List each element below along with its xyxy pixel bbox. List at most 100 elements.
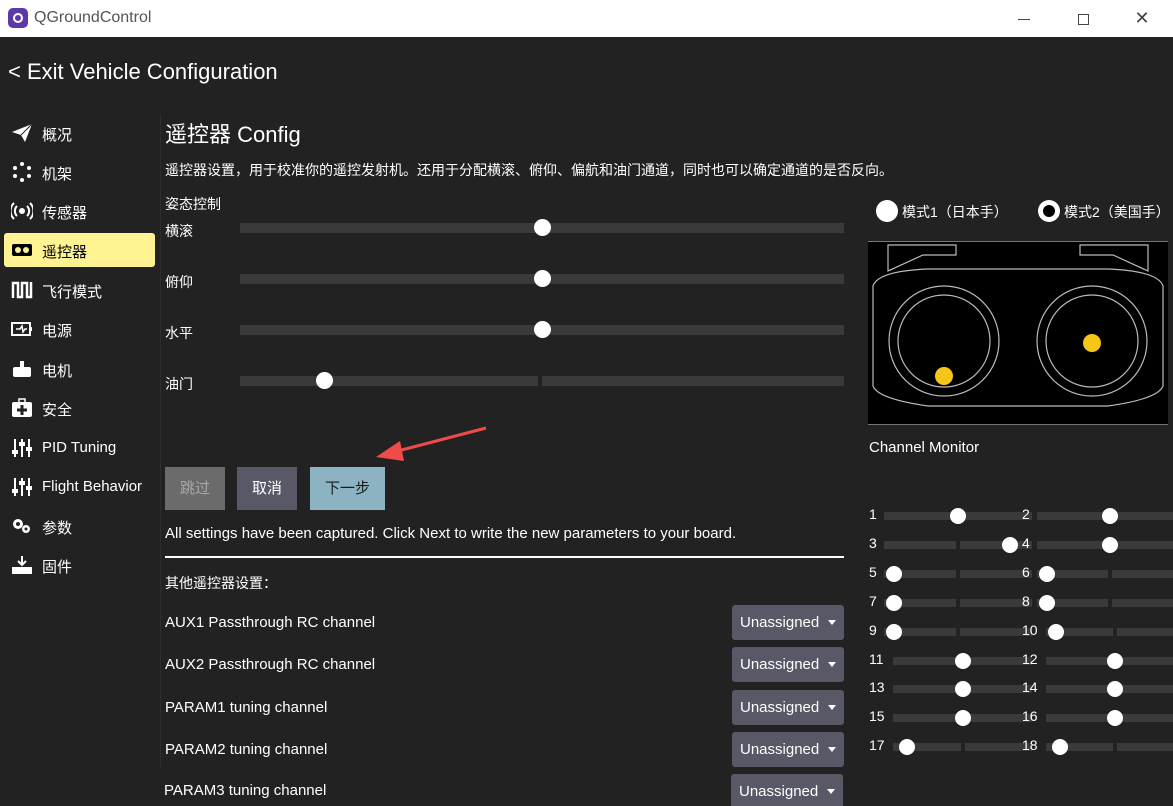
channel-value-indicator (1102, 508, 1118, 524)
channel-number: 9 (869, 622, 877, 638)
channel-bar (1037, 599, 1173, 607)
channel-value-indicator (1047, 624, 1064, 640)
next-button[interactable]: 下一步 (310, 467, 385, 510)
sidebar-item-parameters[interactable]: 参数 (4, 509, 155, 543)
sidebar-item-label: 遥控器 (42, 244, 88, 261)
yaw-slider-knob[interactable] (533, 321, 551, 338)
option-label: AUX2 Passthrough RC channel (165, 656, 376, 673)
mode2-label: 模式2（美国手） (1064, 204, 1170, 220)
channel-number: 3 (869, 535, 877, 551)
cancel-button[interactable]: 取消 (237, 467, 297, 510)
channel-value-indicator (950, 508, 966, 524)
sidebar-item-flight-behavior[interactable]: Flight Behavior (4, 470, 155, 504)
throttle-slider[interactable] (240, 372, 844, 389)
sidebar-item-sensors[interactable]: 传感器 (4, 194, 155, 228)
dropdown-value: Unassigned (740, 699, 820, 716)
option-row-aux1: AUX1 Passthrough RC channel Unassigned (165, 605, 844, 640)
mode1-radio[interactable] (876, 200, 898, 222)
channel-7: 7 (869, 593, 1032, 613)
channel-15: 15 (869, 708, 1032, 728)
firmware-icon (12, 556, 32, 574)
left-stick-indicator (935, 367, 953, 385)
channel-value-indicator (954, 710, 971, 726)
sidebar-item-summary[interactable]: 概况 (4, 116, 155, 150)
channel-number: 12 (1022, 651, 1038, 667)
channel-value-indicator (886, 624, 903, 640)
channel-6: 6 (1022, 564, 1173, 584)
channel-12: 12 (1022, 651, 1173, 671)
throttle-slider-knob[interactable] (316, 372, 334, 389)
sidebar-item-label: 固件 (42, 559, 73, 576)
channel-18: 18 (1022, 737, 1173, 757)
channel-13: 13 (869, 679, 1032, 699)
channel-number: 17 (869, 737, 885, 753)
channel-value-indicator (886, 566, 903, 582)
channel-value-indicator (886, 595, 903, 611)
sidebar-item-power[interactable]: 电源 (4, 312, 155, 346)
channel-value-indicator (1039, 595, 1056, 611)
aux1-channel-dropdown[interactable]: Unassigned (732, 605, 844, 640)
mode2-radio[interactable] (1038, 200, 1060, 222)
channel-number: 10 (1022, 622, 1038, 638)
param1-channel-dropdown[interactable]: Unassigned (732, 690, 844, 725)
sidebar-item-firmware[interactable]: 固件 (4, 548, 155, 582)
caret-down-icon (828, 705, 836, 710)
channel-number: 5 (869, 564, 877, 580)
sidebar-item-label: 电机 (42, 363, 73, 380)
window-titlebar: QGroundControl ✕ (0, 0, 1173, 37)
close-button[interactable]: ✕ (1113, 0, 1171, 37)
roll-slider-knob[interactable] (533, 219, 551, 236)
skip-button[interactable]: 跳过 (165, 467, 225, 510)
caret-down-icon (828, 662, 836, 667)
airframe-icon (13, 162, 31, 182)
sidebar-item-motors[interactable]: 电机 (4, 352, 155, 386)
param2-channel-dropdown[interactable]: Unassigned (732, 732, 844, 767)
dropdown-value: Unassigned (740, 656, 820, 673)
caret-down-icon (827, 789, 835, 794)
channel-number: 1 (869, 506, 877, 522)
channel-number: 15 (869, 708, 885, 724)
sidebar-item-safety[interactable]: 安全 (4, 391, 155, 425)
caret-down-icon (828, 747, 836, 752)
sidebar-item-pid-tuning[interactable]: PID Tuning (4, 431, 155, 465)
aux2-channel-dropdown[interactable]: Unassigned (732, 647, 844, 682)
annotation-arrow-icon (376, 426, 487, 461)
pitch-slider-knob[interactable] (533, 270, 551, 287)
sensor-icon (11, 202, 33, 220)
channel-value-indicator (1106, 681, 1123, 697)
channel-17: 17 (869, 737, 1032, 757)
dropdown-value: Unassigned (740, 614, 820, 631)
sidebar-item-radio[interactable]: 遥控器 (4, 233, 155, 267)
channel-number: 11 (869, 651, 884, 667)
option-label: AUX1 Passthrough RC channel (165, 614, 376, 631)
yaw-label: 水平 (165, 325, 193, 341)
channel-value-indicator (1051, 739, 1068, 755)
qgc-app-icon (8, 8, 28, 28)
roll-label: 横滚 (165, 223, 193, 239)
parameters-icon (13, 519, 30, 533)
channel-number: 2 (1022, 506, 1030, 522)
yaw-slider[interactable] (240, 321, 844, 338)
right-stick-indicator (1083, 334, 1101, 352)
exit-vehicle-config-button[interactable]: < Exit Vehicle Configuration (8, 59, 278, 85)
roll-slider[interactable] (240, 219, 844, 236)
page-description: 遥控器设置，用于校准你的遥控发射机。还用于分配横滚、俯仰、偏航和油门通道，同时也… (165, 162, 893, 178)
sidebar-item-label: Flight Behavior (42, 478, 143, 495)
sidebar-item-flight-modes[interactable]: 飞行模式 (4, 273, 155, 307)
paper-plane-icon (12, 123, 33, 142)
page-title: 遥控器 Config (165, 122, 301, 147)
captured-message: All settings have been captured. Click N… (165, 525, 737, 542)
minimize-button[interactable] (995, 0, 1053, 37)
sidebar-item-label: 机架 (42, 166, 73, 183)
channel-value-indicator (1102, 537, 1118, 553)
battery-icon (11, 322, 32, 336)
maximize-button[interactable] (1054, 0, 1112, 37)
sidebar-item-label: 传感器 (42, 205, 88, 222)
sidebar-item-label: 参数 (42, 520, 73, 537)
sidebar-item-airframe[interactable]: 机架 (4, 155, 155, 189)
channel-number: 14 (1022, 679, 1038, 695)
param3-channel-dropdown[interactable]: Unassigned (731, 774, 843, 806)
pid-tuning-icon (12, 439, 32, 457)
pitch-slider[interactable] (240, 270, 844, 287)
option-row-param2: PARAM2 tuning channel Unassigned (165, 732, 844, 767)
